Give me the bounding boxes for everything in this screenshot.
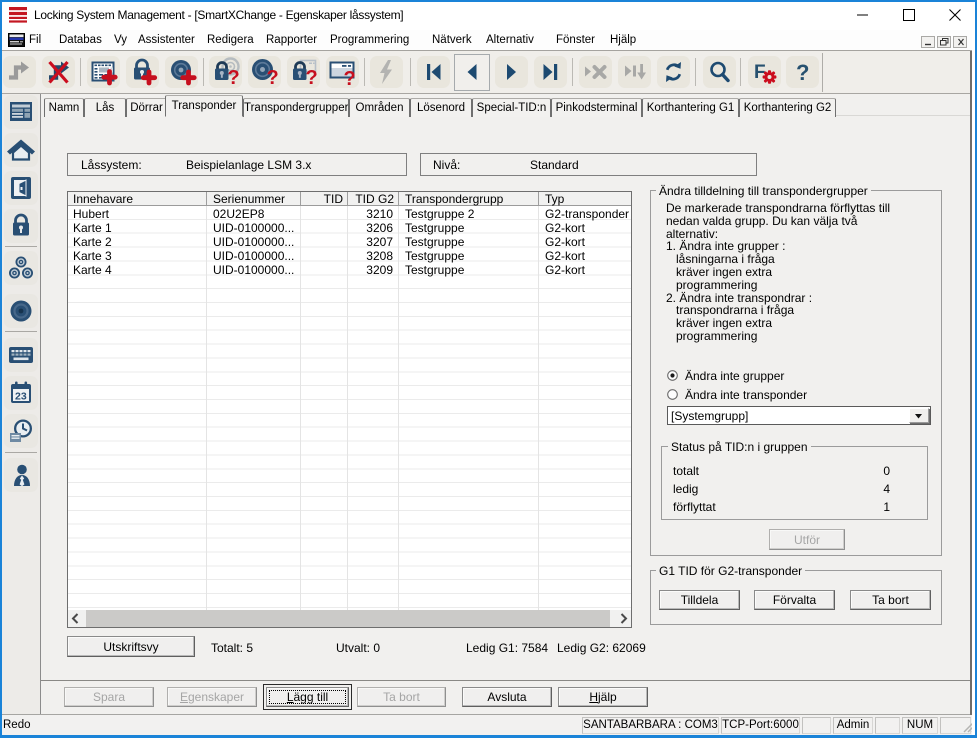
svg-text:23: 23 xyxy=(15,391,27,403)
svg-text:F: F xyxy=(754,62,766,83)
svg-text:?: ? xyxy=(267,67,279,88)
svg-text:?: ? xyxy=(228,67,240,88)
svg-text:?: ? xyxy=(796,60,809,85)
svg-text:?: ? xyxy=(344,68,356,88)
svg-text:?: ? xyxy=(306,67,318,88)
